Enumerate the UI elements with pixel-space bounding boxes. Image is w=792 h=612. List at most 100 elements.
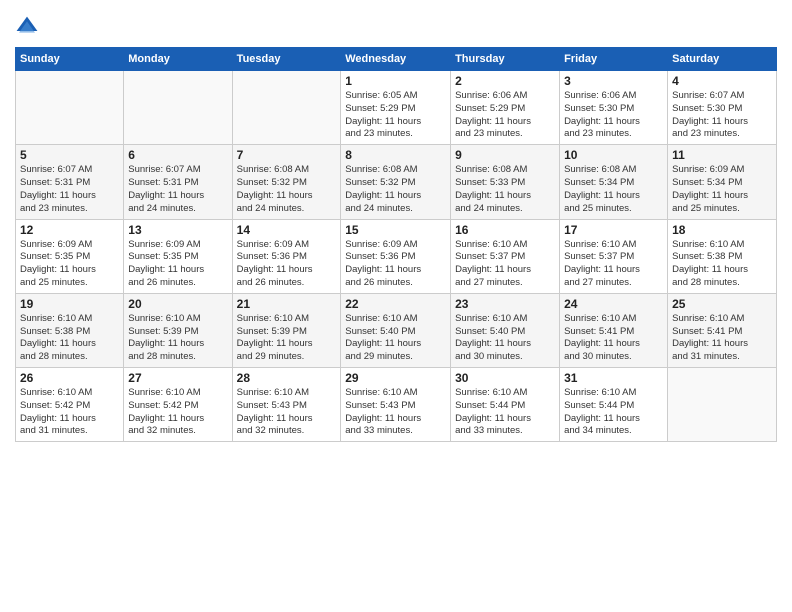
day-info: Sunrise: 6:10 AM Sunset: 5:40 PM Dayligh… [345,313,446,364]
day-info: Sunrise: 6:10 AM Sunset: 5:39 PM Dayligh… [237,313,337,364]
day-info: Sunrise: 6:10 AM Sunset: 5:43 PM Dayligh… [237,387,337,438]
day-number: 19 [20,297,119,311]
table-row: 14 Sunrise: 6:09 AM Sunset: 5:36 PM Dayli… [232,219,341,293]
day-info: Sunrise: 6:08 AM Sunset: 5:32 PM Dayligh… [237,164,337,215]
day-number: 13 [128,223,227,237]
table-row: 17 Sunrise: 6:10 AM Sunset: 5:37 PM Dayli… [560,219,668,293]
table-row: 19 Sunrise: 6:10 AM Sunset: 5:38 PM Dayli… [16,293,124,367]
day-info: Sunrise: 6:07 AM Sunset: 5:31 PM Dayligh… [128,164,227,215]
day-number: 15 [345,223,446,237]
day-number: 21 [237,297,337,311]
col-sunday: Sunday [16,48,124,71]
table-row: 2 Sunrise: 6:06 AM Sunset: 5:29 PM Daylig… [451,71,560,145]
day-info: Sunrise: 6:10 AM Sunset: 5:40 PM Dayligh… [455,313,555,364]
day-number: 4 [672,74,772,88]
day-number: 28 [237,371,337,385]
table-row: 31 Sunrise: 6:10 AM Sunset: 5:44 PM Dayli… [560,368,668,442]
day-number: 6 [128,148,227,162]
day-number: 29 [345,371,446,385]
day-info: Sunrise: 6:10 AM Sunset: 5:42 PM Dayligh… [20,387,119,438]
calendar-body: 1 Sunrise: 6:05 AM Sunset: 5:29 PM Daylig… [16,71,777,442]
day-number: 12 [20,223,119,237]
table-row: 25 Sunrise: 6:10 AM Sunset: 5:41 PM Dayli… [668,293,777,367]
day-number: 16 [455,223,555,237]
day-number: 3 [564,74,663,88]
day-number: 17 [564,223,663,237]
day-info: Sunrise: 6:07 AM Sunset: 5:30 PM Dayligh… [672,90,772,141]
day-info: Sunrise: 6:08 AM Sunset: 5:33 PM Dayligh… [455,164,555,215]
table-row: 18 Sunrise: 6:10 AM Sunset: 5:38 PM Dayli… [668,219,777,293]
table-row [668,368,777,442]
day-info: Sunrise: 6:09 AM Sunset: 5:34 PM Dayligh… [672,164,772,215]
table-row: 15 Sunrise: 6:09 AM Sunset: 5:36 PM Dayli… [341,219,451,293]
day-info: Sunrise: 6:10 AM Sunset: 5:39 PM Dayligh… [128,313,227,364]
day-info: Sunrise: 6:10 AM Sunset: 5:38 PM Dayligh… [672,239,772,290]
table-row: 20 Sunrise: 6:10 AM Sunset: 5:39 PM Dayli… [124,293,232,367]
table-row [124,71,232,145]
calendar-header: Sunday Monday Tuesday Wednesday Thursday… [16,48,777,71]
day-info: Sunrise: 6:10 AM Sunset: 5:37 PM Dayligh… [564,239,663,290]
day-number: 18 [672,223,772,237]
day-number: 5 [20,148,119,162]
col-thursday: Thursday [451,48,560,71]
table-row: 30 Sunrise: 6:10 AM Sunset: 5:44 PM Dayli… [451,368,560,442]
day-info: Sunrise: 6:09 AM Sunset: 5:36 PM Dayligh… [345,239,446,290]
table-row: 10Sunrise: 6:08 AM Sunset: 5:34 PM Dayli… [560,145,668,219]
table-row: 8 Sunrise: 6:08 AM Sunset: 5:32 PM Daylig… [341,145,451,219]
day-number: 25 [672,297,772,311]
table-row [232,71,341,145]
table-row: 16 Sunrise: 6:10 AM Sunset: 5:37 PM Dayli… [451,219,560,293]
table-row: 29 Sunrise: 6:10 AM Sunset: 5:43 PM Dayli… [341,368,451,442]
table-row: 13 Sunrise: 6:09 AM Sunset: 5:35 PM Dayli… [124,219,232,293]
day-number: 1 [345,74,446,88]
logo-icon [15,15,39,39]
day-info: Sunrise: 6:10 AM Sunset: 5:42 PM Dayligh… [128,387,227,438]
day-info: Sunrise: 6:10 AM Sunset: 5:43 PM Dayligh… [345,387,446,438]
day-number: 10 [564,148,663,162]
day-info: Sunrise: 6:08 AM Sunset: 5:32 PM Dayligh… [345,164,446,215]
day-info: Sunrise: 6:09 AM Sunset: 5:35 PM Dayligh… [128,239,227,290]
table-row: 24Sunrise: 6:10 AM Sunset: 5:41 PM Dayli… [560,293,668,367]
col-wednesday: Wednesday [341,48,451,71]
col-friday: Friday [560,48,668,71]
day-info: Sunrise: 6:10 AM Sunset: 5:44 PM Dayligh… [564,387,663,438]
day-number: 23 [455,297,555,311]
day-info: Sunrise: 6:09 AM Sunset: 5:36 PM Dayligh… [237,239,337,290]
table-row: 9Sunrise: 6:08 AM Sunset: 5:33 PM Daylig… [451,145,560,219]
table-row: 21 Sunrise: 6:10 AM Sunset: 5:39 PM Dayli… [232,293,341,367]
day-info: Sunrise: 6:10 AM Sunset: 5:41 PM Dayligh… [564,313,663,364]
day-number: 27 [128,371,227,385]
day-info: Sunrise: 6:10 AM Sunset: 5:37 PM Dayligh… [455,239,555,290]
table-row: 3 Sunrise: 6:06 AM Sunset: 5:30 PM Daylig… [560,71,668,145]
table-row [16,71,124,145]
day-number: 7 [237,148,337,162]
day-info: Sunrise: 6:10 AM Sunset: 5:38 PM Dayligh… [20,313,119,364]
day-info: Sunrise: 6:10 AM Sunset: 5:41 PM Dayligh… [672,313,772,364]
day-number: 30 [455,371,555,385]
calendar-table: Sunday Monday Tuesday Wednesday Thursday… [15,47,777,442]
table-row: 6 Sunrise: 6:07 AM Sunset: 5:31 PM Daylig… [124,145,232,219]
table-row: 11Sunrise: 6:09 AM Sunset: 5:34 PM Dayli… [668,145,777,219]
day-info: Sunrise: 6:07 AM Sunset: 5:31 PM Dayligh… [20,164,119,215]
table-row: 26Sunrise: 6:10 AM Sunset: 5:42 PM Dayli… [16,368,124,442]
table-row: 1 Sunrise: 6:05 AM Sunset: 5:29 PM Daylig… [341,71,451,145]
day-info: Sunrise: 6:09 AM Sunset: 5:35 PM Dayligh… [20,239,119,290]
header [15,15,777,39]
logo [15,15,43,39]
day-info: Sunrise: 6:06 AM Sunset: 5:30 PM Dayligh… [564,90,663,141]
table-row: 23 Sunrise: 6:10 AM Sunset: 5:40 PM Dayli… [451,293,560,367]
col-saturday: Saturday [668,48,777,71]
day-number: 14 [237,223,337,237]
col-tuesday: Tuesday [232,48,341,71]
day-number: 2 [455,74,555,88]
col-monday: Monday [124,48,232,71]
day-number: 31 [564,371,663,385]
table-row: 28 Sunrise: 6:10 AM Sunset: 5:43 PM Dayli… [232,368,341,442]
day-info: Sunrise: 6:05 AM Sunset: 5:29 PM Dayligh… [345,90,446,141]
day-number: 8 [345,148,446,162]
calendar-container: Sunday Monday Tuesday Wednesday Thursday… [0,0,792,612]
day-number: 20 [128,297,227,311]
day-info: Sunrise: 6:10 AM Sunset: 5:44 PM Dayligh… [455,387,555,438]
table-row: 7 Sunrise: 6:08 AM Sunset: 5:32 PM Daylig… [232,145,341,219]
day-info: Sunrise: 6:06 AM Sunset: 5:29 PM Dayligh… [455,90,555,141]
